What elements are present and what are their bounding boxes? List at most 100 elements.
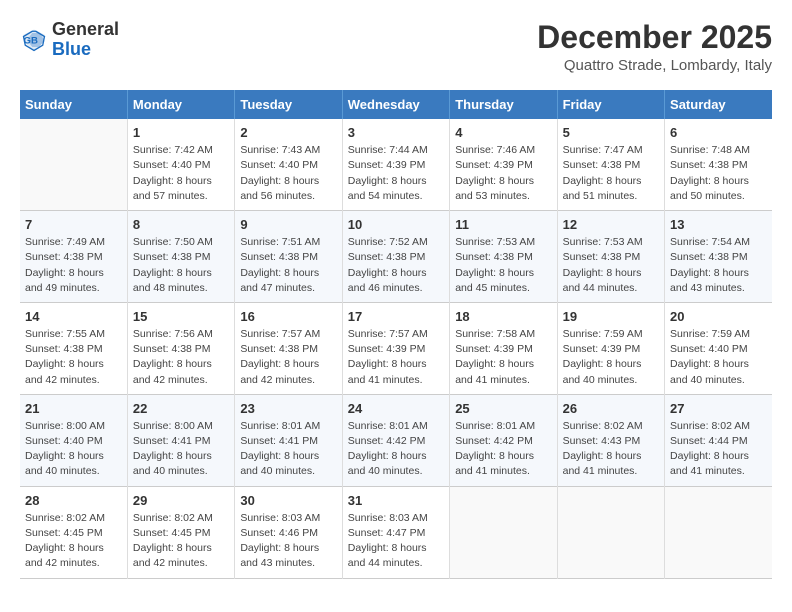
calendar-cell: 11 Sunrise: 7:53 AMSunset: 4:38 PMDayligh…: [450, 211, 557, 303]
day-number: 9: [240, 217, 336, 232]
day-number: 30: [240, 493, 336, 508]
day-info: Sunrise: 8:01 AMSunset: 4:42 PMDaylight:…: [348, 419, 444, 480]
day-number: 1: [133, 125, 229, 140]
calendar-cell: 30 Sunrise: 8:03 AMSunset: 4:46 PMDayligh…: [235, 486, 342, 578]
calendar-week-row: 21Sunrise: 8:00 AMSunset: 4:40 PMDayligh…: [20, 394, 772, 486]
calendar-cell: 18 Sunrise: 7:58 AMSunset: 4:39 PMDayligh…: [450, 302, 557, 394]
day-number: 7: [25, 217, 122, 232]
calendar-cell: [20, 119, 127, 210]
day-info: Sunrise: 8:02 AMSunset: 4:45 PMDaylight:…: [25, 511, 122, 572]
weekday-header-wednesday: Wednesday: [342, 90, 449, 119]
day-info: Sunrise: 8:01 AMSunset: 4:41 PMDaylight:…: [240, 419, 336, 480]
day-info: Sunrise: 7:46 AMSunset: 4:39 PMDaylight:…: [455, 143, 551, 204]
calendar-cell: 10 Sunrise: 7:52 AMSunset: 4:38 PMDayligh…: [342, 211, 449, 303]
day-info: Sunrise: 7:53 AMSunset: 4:38 PMDaylight:…: [455, 235, 551, 296]
calendar-cell: 27 Sunrise: 8:02 AMSunset: 4:44 PMDayligh…: [665, 394, 772, 486]
day-info: Sunrise: 7:52 AMSunset: 4:38 PMDaylight:…: [348, 235, 444, 296]
day-number: 10: [348, 217, 444, 232]
day-number: 5: [563, 125, 659, 140]
calendar-cell: 24Sunrise: 8:01 AMSunset: 4:42 PMDayligh…: [342, 394, 449, 486]
weekday-header-row: SundayMondayTuesdayWednesdayThursdayFrid…: [20, 90, 772, 119]
day-number: 31: [348, 493, 444, 508]
day-number: 11: [455, 217, 551, 232]
day-number: 3: [348, 125, 444, 140]
day-number: 28: [25, 493, 122, 508]
calendar-cell: 21Sunrise: 8:00 AMSunset: 4:40 PMDayligh…: [20, 394, 127, 486]
day-info: Sunrise: 8:03 AMSunset: 4:46 PMDaylight:…: [240, 511, 336, 572]
day-number: 19: [563, 309, 659, 324]
calendar-cell: 28 Sunrise: 8:02 AMSunset: 4:45 PMDayligh…: [20, 486, 127, 578]
logo: GB General Blue: [20, 20, 119, 60]
calendar-table: SundayMondayTuesdayWednesdayThursdayFrid…: [20, 90, 772, 578]
calendar-cell: 6Sunrise: 7:48 AMSunset: 4:38 PMDaylight…: [665, 119, 772, 210]
day-info: Sunrise: 7:42 AMSunset: 4:40 PMDaylight:…: [133, 143, 229, 204]
day-info: Sunrise: 7:58 AMSunset: 4:39 PMDaylight:…: [455, 327, 551, 388]
calendar-cell: 14Sunrise: 7:55 AMSunset: 4:38 PMDayligh…: [20, 302, 127, 394]
calendar-cell: 9 Sunrise: 7:51 AMSunset: 4:38 PMDaylight…: [235, 211, 342, 303]
day-number: 2: [240, 125, 336, 140]
calendar-cell: 29Sunrise: 8:02 AMSunset: 4:45 PMDayligh…: [127, 486, 234, 578]
weekday-header-tuesday: Tuesday: [235, 90, 342, 119]
weekday-header-sunday: Sunday: [20, 90, 127, 119]
day-number: 18: [455, 309, 551, 324]
day-info: Sunrise: 7:57 AMSunset: 4:39 PMDaylight:…: [348, 327, 444, 388]
day-number: 20: [670, 309, 767, 324]
day-number: 21: [25, 401, 122, 416]
day-info: Sunrise: 8:02 AMSunset: 4:45 PMDaylight:…: [133, 511, 229, 572]
calendar-cell: 4 Sunrise: 7:46 AMSunset: 4:39 PMDaylight…: [450, 119, 557, 210]
calendar-cell: 22 Sunrise: 8:00 AMSunset: 4:41 PMDayligh…: [127, 394, 234, 486]
day-info: Sunrise: 7:53 AMSunset: 4:38 PMDaylight:…: [563, 235, 659, 296]
calendar-week-row: 14Sunrise: 7:55 AMSunset: 4:38 PMDayligh…: [20, 302, 772, 394]
weekday-header-friday: Friday: [557, 90, 664, 119]
weekday-header-monday: Monday: [127, 90, 234, 119]
day-info: Sunrise: 7:51 AMSunset: 4:38 PMDaylight:…: [240, 235, 336, 296]
page-header: GB General Blue December 2025 Quattro St…: [20, 20, 772, 74]
day-info: Sunrise: 7:44 AMSunset: 4:39 PMDaylight:…: [348, 143, 444, 204]
day-number: 4: [455, 125, 551, 140]
calendar-cell: 17 Sunrise: 7:57 AMSunset: 4:39 PMDayligh…: [342, 302, 449, 394]
calendar-cell: 3 Sunrise: 7:44 AMSunset: 4:39 PMDaylight…: [342, 119, 449, 210]
logo-blue-text: Blue: [52, 39, 91, 59]
day-info: Sunrise: 8:02 AMSunset: 4:44 PMDaylight:…: [670, 419, 767, 480]
day-info: Sunrise: 7:59 AMSunset: 4:40 PMDaylight:…: [670, 327, 767, 388]
day-info: Sunrise: 7:48 AMSunset: 4:38 PMDaylight:…: [670, 143, 767, 204]
logo-general-text: General: [52, 19, 119, 39]
weekday-header-saturday: Saturday: [665, 90, 772, 119]
day-info: Sunrise: 8:02 AMSunset: 4:43 PMDaylight:…: [563, 419, 659, 480]
day-number: 13: [670, 217, 767, 232]
day-info: Sunrise: 8:03 AMSunset: 4:47 PMDaylight:…: [348, 511, 444, 572]
day-number: 16: [240, 309, 336, 324]
calendar-week-row: 1 Sunrise: 7:42 AMSunset: 4:40 PMDaylight…: [20, 119, 772, 210]
day-number: 27: [670, 401, 767, 416]
calendar-week-row: 28 Sunrise: 8:02 AMSunset: 4:45 PMDayligh…: [20, 486, 772, 578]
calendar-cell: 19 Sunrise: 7:59 AMSunset: 4:39 PMDayligh…: [557, 302, 664, 394]
calendar-cell: 8Sunrise: 7:50 AMSunset: 4:38 PMDaylight…: [127, 211, 234, 303]
calendar-title: December 2025: [537, 20, 772, 55]
calendar-cell: 2Sunrise: 7:43 AMSunset: 4:40 PMDaylight…: [235, 119, 342, 210]
day-info: Sunrise: 7:56 AMSunset: 4:38 PMDaylight:…: [133, 327, 229, 388]
svg-text:GB: GB: [24, 35, 38, 46]
day-number: 22: [133, 401, 229, 416]
day-info: Sunrise: 7:54 AMSunset: 4:38 PMDaylight:…: [670, 235, 767, 296]
calendar-cell: 13 Sunrise: 7:54 AMSunset: 4:38 PMDayligh…: [665, 211, 772, 303]
day-number: 26: [563, 401, 659, 416]
calendar-subtitle: Quattro Strade, Lombardy, Italy: [537, 57, 772, 74]
calendar-week-row: 7 Sunrise: 7:49 AMSunset: 4:38 PMDaylight…: [20, 211, 772, 303]
calendar-cell: 5Sunrise: 7:47 AMSunset: 4:38 PMDaylight…: [557, 119, 664, 210]
calendar-cell: 7 Sunrise: 7:49 AMSunset: 4:38 PMDaylight…: [20, 211, 127, 303]
title-block: December 2025 Quattro Strade, Lombardy, …: [537, 20, 772, 74]
calendar-cell: 12 Sunrise: 7:53 AMSunset: 4:38 PMDayligh…: [557, 211, 664, 303]
day-info: Sunrise: 7:55 AMSunset: 4:38 PMDaylight:…: [25, 327, 122, 388]
day-info: Sunrise: 7:59 AMSunset: 4:39 PMDaylight:…: [563, 327, 659, 388]
calendar-cell: [557, 486, 664, 578]
weekday-header-thursday: Thursday: [450, 90, 557, 119]
day-number: 23: [240, 401, 336, 416]
calendar-cell: 20 Sunrise: 7:59 AMSunset: 4:40 PMDayligh…: [665, 302, 772, 394]
calendar-cell: 26 Sunrise: 8:02 AMSunset: 4:43 PMDayligh…: [557, 394, 664, 486]
day-info: Sunrise: 8:00 AMSunset: 4:41 PMDaylight:…: [133, 419, 229, 480]
day-info: Sunrise: 7:49 AMSunset: 4:38 PMDaylight:…: [25, 235, 122, 296]
day-info: Sunrise: 7:57 AMSunset: 4:38 PMDaylight:…: [240, 327, 336, 388]
day-number: 12: [563, 217, 659, 232]
day-number: 17: [348, 309, 444, 324]
day-number: 15: [133, 309, 229, 324]
